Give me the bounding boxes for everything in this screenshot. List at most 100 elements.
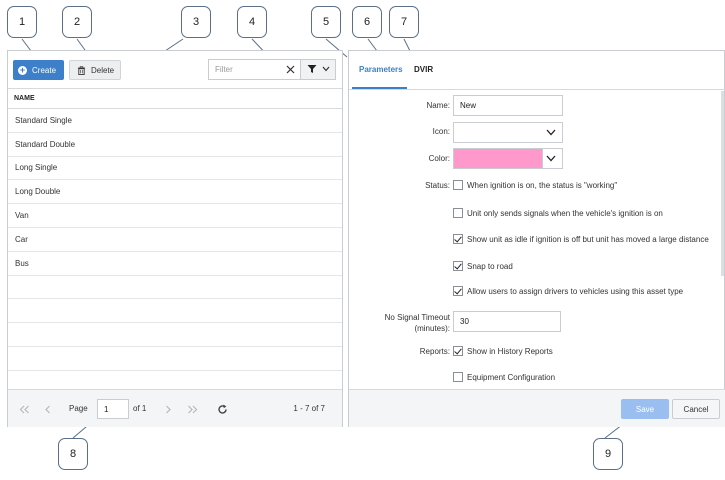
status-option-assign-drivers[interactable]: Allow users to assign drivers to vehicle… — [453, 286, 683, 296]
tab-dvir[interactable]: DVIR — [414, 65, 433, 74]
color-picker[interactable] — [453, 148, 563, 169]
name-field[interactable] — [453, 95, 563, 116]
filter-menu-button[interactable] — [300, 59, 336, 80]
list-item[interactable]: Long Double — [8, 180, 342, 205]
color-label: Color: — [428, 154, 450, 163]
callout-number: 4 — [248, 16, 256, 28]
status-option-working[interactable]: When ignition is on, the status is "work… — [453, 180, 617, 190]
save-button-label: Save — [635, 404, 655, 414]
callout-number: 5 — [322, 16, 330, 28]
checkbox-label: Show in History Reports — [467, 346, 553, 356]
record-range: 1 - 7 of 7 — [293, 404, 325, 413]
delete-button[interactable]: Delete — [69, 60, 121, 80]
checkbox[interactable] — [453, 180, 463, 190]
status-label: Status: — [425, 181, 450, 190]
name-column-header[interactable]: NAME — [8, 88, 342, 109]
list-item-label: Standard Double — [15, 139, 76, 149]
callout-9: 9 — [593, 438, 623, 470]
color-swatch — [454, 149, 542, 168]
create-button-label: Create — [32, 65, 57, 75]
tab-bar: Parameters DVIR — [349, 51, 725, 90]
list-item[interactable]: Standard Double — [8, 133, 342, 157]
cancel-button-label: Cancel — [683, 404, 709, 414]
chevron-down-icon — [322, 65, 330, 74]
filter-input[interactable] — [215, 65, 280, 74]
list-item[interactable]: Bus — [8, 252, 342, 276]
form-footer: Save Cancel — [349, 389, 725, 427]
next-page-icon[interactable] — [162, 403, 174, 415]
page-count-label: of 1 — [133, 404, 147, 413]
checkbox-label: Unit only sends signals when the vehicle… — [467, 208, 663, 218]
create-button[interactable]: + Create — [13, 60, 64, 80]
close-icon[interactable] — [285, 64, 296, 75]
list-item-label: Car — [15, 234, 28, 244]
reports-option-equipment[interactable]: Equipment Configuration — [453, 372, 555, 382]
list-item[interactable]: Long Single — [8, 157, 342, 181]
callout-5: 5 — [311, 6, 341, 38]
refresh-icon[interactable] — [216, 403, 228, 415]
checkbox-label: When ignition is on, the status is "work… — [467, 180, 618, 190]
callout-number: 8 — [69, 448, 77, 460]
icon-label: Icon: — [432, 127, 450, 136]
asset-type-list-panel: + Create Delete NAME Standard Single Sta… — [7, 50, 343, 427]
no-signal-timeout-input[interactable] — [453, 311, 561, 332]
callout-number: 3 — [192, 16, 200, 28]
status-option-ignition-only[interactable]: Unit only sends signals when the vehicle… — [453, 208, 663, 218]
list-item-label: Bus — [15, 258, 29, 268]
callout-number: 9 — [604, 448, 612, 460]
page-label: Page — [69, 404, 88, 413]
callout-7: 7 — [389, 6, 419, 38]
name-label: Name: — [426, 101, 450, 110]
reports-label: Reports: — [419, 347, 450, 356]
first-page-icon[interactable] — [18, 403, 30, 415]
page-number-input[interactable] — [97, 399, 129, 419]
status-option-idle-moved[interactable]: Show unit as idle if ignition is off but… — [453, 234, 709, 244]
empty-row — [8, 347, 342, 371]
chevron-down-icon — [546, 155, 556, 163]
last-page-icon[interactable] — [186, 403, 198, 415]
list-item-label: Van — [15, 211, 29, 221]
checkbox[interactable] — [453, 346, 463, 356]
callout-number: 7 — [400, 16, 408, 28]
list-item-label: Standard Single — [15, 115, 72, 125]
checkbox[interactable] — [453, 261, 463, 271]
trash-icon — [77, 65, 86, 75]
prev-page-icon[interactable] — [41, 403, 53, 415]
funnel-icon — [307, 64, 317, 76]
list-item[interactable]: Car — [8, 228, 342, 252]
callout-3: 3 — [181, 6, 211, 38]
cancel-button[interactable]: Cancel — [672, 399, 720, 419]
empty-row — [8, 299, 342, 324]
callout-8: 8 — [58, 438, 88, 470]
tab-parameters[interactable]: Parameters — [359, 65, 403, 74]
checkbox[interactable] — [453, 286, 463, 296]
filter-field — [208, 59, 301, 80]
callout-number: 1 — [18, 16, 26, 28]
chevron-down-icon — [546, 129, 556, 137]
checkbox[interactable] — [453, 234, 463, 244]
callout-2: 2 — [62, 6, 92, 38]
reports-option-history[interactable]: Show in History Reports — [453, 346, 553, 356]
list-item-label: Long Single — [15, 163, 58, 173]
circle-plus-icon: + — [18, 64, 27, 75]
divider — [542, 149, 543, 168]
callout-number: 2 — [73, 16, 81, 28]
icon-select[interactable] — [453, 122, 563, 143]
timeout-unit-label: (minutes): — [414, 324, 450, 333]
status-option-snap-to-road[interactable]: Snap to road — [453, 261, 513, 271]
asset-type-list: Standard Single Standard Double Long Sin… — [8, 109, 342, 395]
callout-number: 6 — [363, 16, 371, 28]
empty-row — [8, 323, 342, 347]
checkbox-label: Snap to road — [467, 261, 513, 271]
list-item[interactable]: Van — [8, 204, 342, 228]
empty-row — [8, 276, 342, 300]
timeout-label: No Signal Timeout — [384, 313, 450, 322]
scrollbar[interactable] — [721, 91, 724, 276]
checkbox[interactable] — [453, 372, 463, 382]
callout-4: 4 — [237, 6, 267, 38]
active-tab-indicator — [352, 87, 407, 89]
checkbox-label: Equipment Configuration — [467, 372, 556, 382]
save-button[interactable]: Save — [621, 399, 669, 419]
checkbox[interactable] — [453, 208, 463, 218]
list-item[interactable]: Standard Single — [8, 109, 342, 133]
